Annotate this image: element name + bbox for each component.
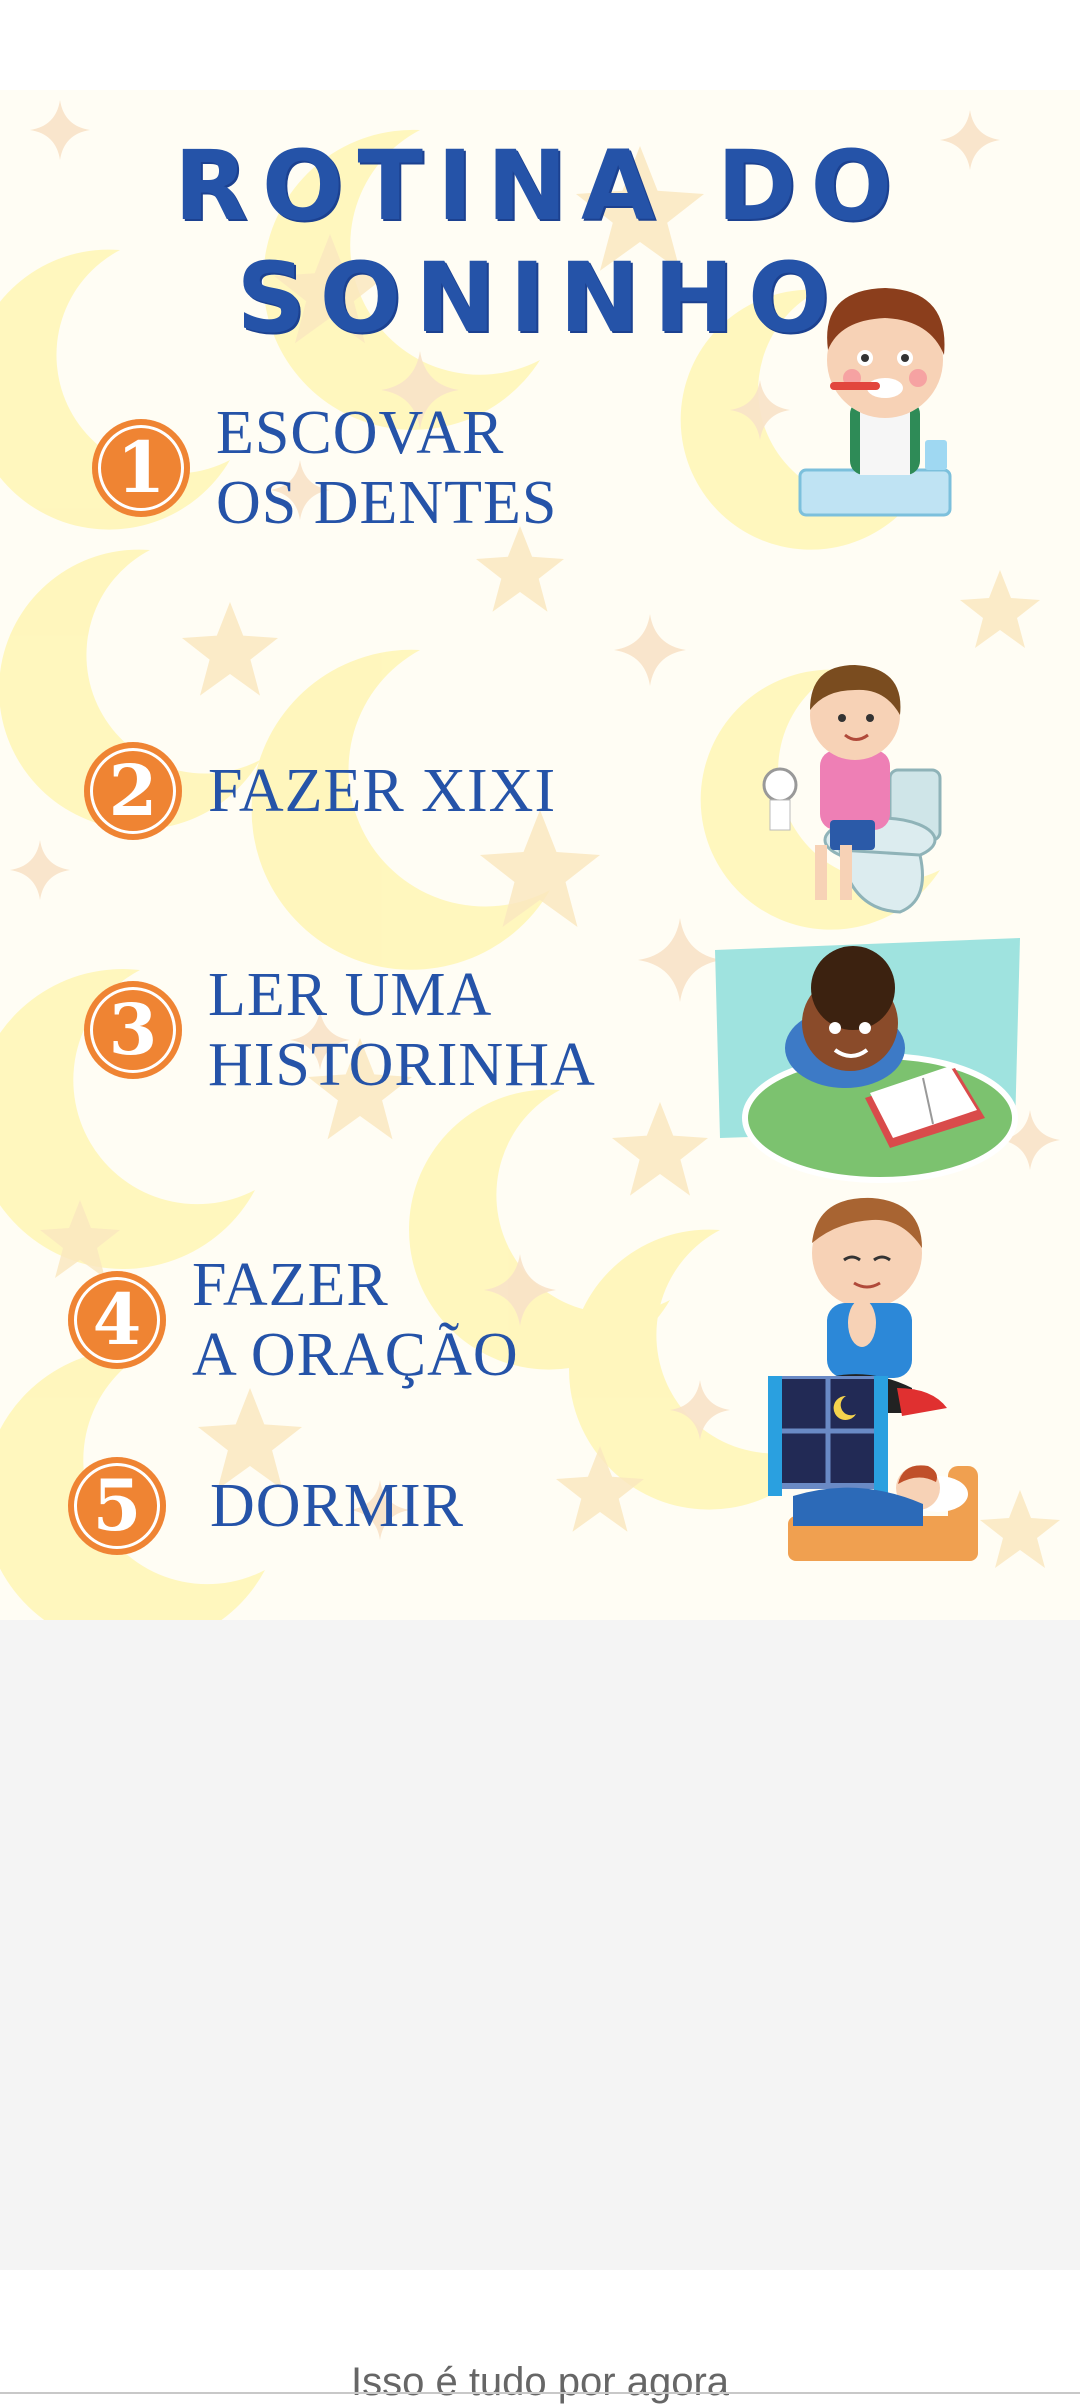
- empty-content-area: [0, 1620, 1080, 2270]
- step-label: ESCOVAR OS DENTES: [216, 399, 558, 537]
- step-2: 2 FAZER XIXI: [84, 742, 556, 840]
- step-number-badge: 5: [68, 1457, 166, 1555]
- step-number-badge: 4: [68, 1271, 166, 1369]
- step-label: DORMIR: [210, 1472, 465, 1540]
- child-brushing-teeth-illustration: [798, 288, 952, 517]
- step-1: 1 ESCOVAR OS DENTES: [92, 398, 557, 538]
- step-label: FAZER A ORAÇÃO: [192, 1251, 519, 1389]
- child-reading-book-illustration: [715, 938, 1020, 1183]
- child-on-toilet-illustration: [762, 665, 942, 914]
- step-label: LER UMA HISTORINHA: [208, 961, 596, 1099]
- end-of-feed-message: Isso é tudo por agora: [350, 2360, 730, 2404]
- step-number-badge: 3: [84, 981, 182, 1079]
- step-number-badge: 2: [84, 742, 182, 840]
- step-3: 3 LER UMA HISTORINHA: [84, 960, 596, 1100]
- step-5: 5 DORMIR: [68, 1457, 464, 1555]
- child-sleeping-bed-illustration: [768, 1376, 978, 1561]
- step-number-badge: 1: [92, 419, 190, 517]
- step-4: 4 FAZER A ORAÇÃO: [68, 1250, 519, 1390]
- step-label: FAZER XIXI: [208, 757, 557, 825]
- routine-poster[interactable]: ROTINA DO SONINHO 1 ESCOVAR OS DENTES 2 …: [0, 90, 1080, 1620]
- footer-divider: [0, 2392, 1080, 2394]
